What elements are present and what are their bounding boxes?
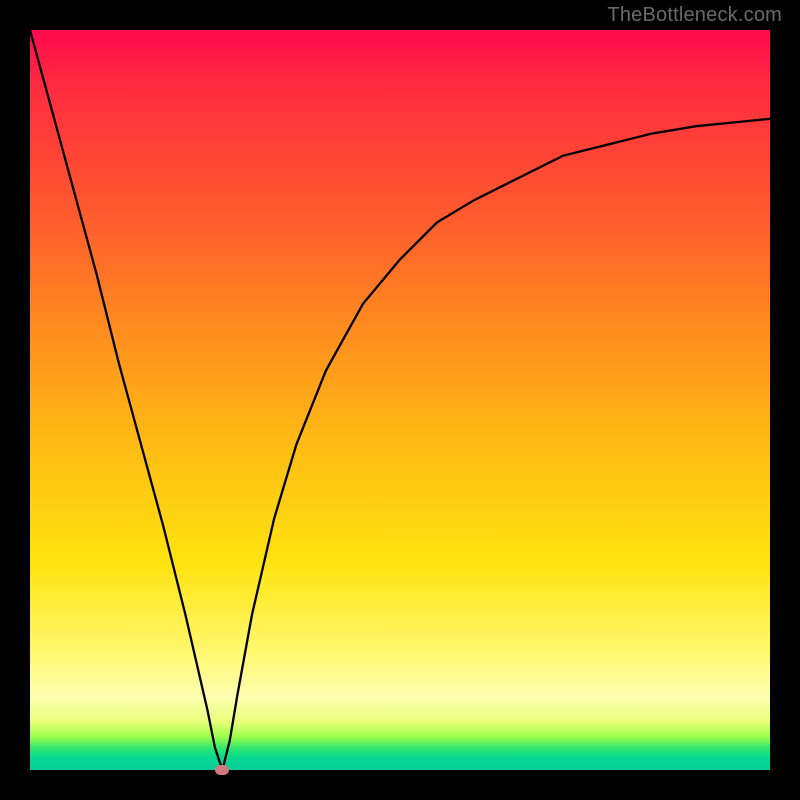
optimal-point-marker xyxy=(215,765,229,775)
plot-area xyxy=(30,30,770,770)
bottleneck-curve xyxy=(30,30,770,770)
chart-frame: TheBottleneck.com xyxy=(0,0,800,800)
watermark-text: TheBottleneck.com xyxy=(607,4,782,27)
curve-path xyxy=(30,30,770,770)
